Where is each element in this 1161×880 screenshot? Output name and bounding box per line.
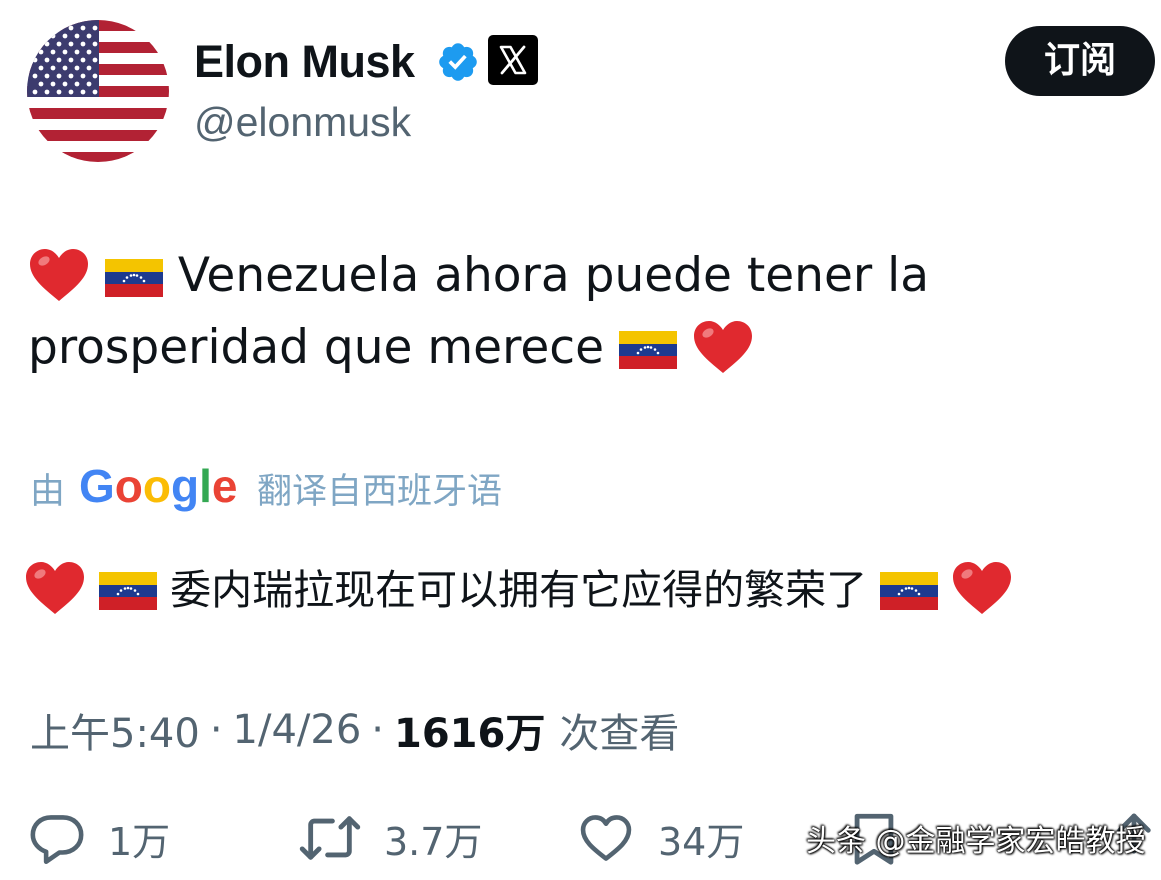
svg-text:Google: Google: [79, 460, 237, 512]
heart-outline-icon: [580, 815, 632, 861]
reply-count: 1万: [108, 819, 171, 864]
like-count: 34万: [658, 819, 745, 864]
us-flag-icon: [27, 20, 169, 162]
tweet-text: Venezuela ahora puede tener la prosperid…: [28, 240, 1138, 384]
tweet-date[interactable]: 1/4/26: [233, 707, 362, 753]
tweet-line-2: prosperidad que merece: [28, 312, 1138, 384]
verified-badge-icon: [439, 43, 477, 81]
translation-suffix: 翻译自西班牙语: [257, 471, 503, 512]
translation-prefix: 由: [30, 471, 66, 512]
repost-icon: [299, 816, 361, 860]
user-handle[interactable]: @elonmusk: [194, 98, 411, 146]
repost-button[interactable]: 3.7万: [298, 805, 482, 871]
tweet-text-line-2: prosperidad que merece: [28, 320, 605, 375]
x-logo-icon: [488, 35, 538, 85]
translated-tweet-text: 委内瑞拉现在可以拥有它应得的繁荣了: [24, 555, 1144, 625]
translation-attribution[interactable]: 由 Google 翻译自西班牙语: [30, 458, 502, 518]
meta-separator: ·: [209, 707, 223, 753]
red-heart-icon: [953, 562, 1012, 614]
red-heart-icon: [30, 249, 88, 301]
subscribe-button[interactable]: 订阅: [1005, 26, 1155, 96]
tweet-meta: 上午5:40 · 1/4/26 · 1616万 次查看: [30, 700, 679, 760]
translated-text: 委内瑞拉现在可以拥有它应得的繁荣了: [170, 566, 868, 614]
tweet-text-line-1: Venezuela ahora puede tener la: [177, 248, 930, 303]
venezuela-flag-icon: [104, 259, 163, 297]
venezuela-flag-icon: [619, 331, 678, 369]
display-name[interactable]: Elon Musk: [194, 36, 415, 88]
red-heart-icon: [693, 321, 752, 373]
tweet-time[interactable]: 上午5:40: [30, 701, 200, 759]
watermark: 头条 @金融学家宏皓教授: [806, 824, 1146, 859]
repost-count: 3.7万: [384, 819, 483, 864]
venezuela-flag-icon: [99, 572, 158, 610]
meta-separator: ·: [371, 707, 385, 753]
tweet-line-1: Venezuela ahora puede tener la: [28, 240, 1138, 312]
red-heart-icon: [26, 562, 84, 614]
google-logo-icon: Google: [79, 460, 237, 512]
venezuela-flag-icon: [880, 572, 939, 610]
view-count[interactable]: 1616万: [394, 701, 545, 759]
reply-button[interactable]: 1万: [28, 805, 170, 871]
avatar[interactable]: [27, 20, 169, 162]
view-label: 次查看: [559, 711, 680, 757]
like-button[interactable]: 34万: [576, 805, 744, 871]
reply-icon: [30, 815, 84, 864]
